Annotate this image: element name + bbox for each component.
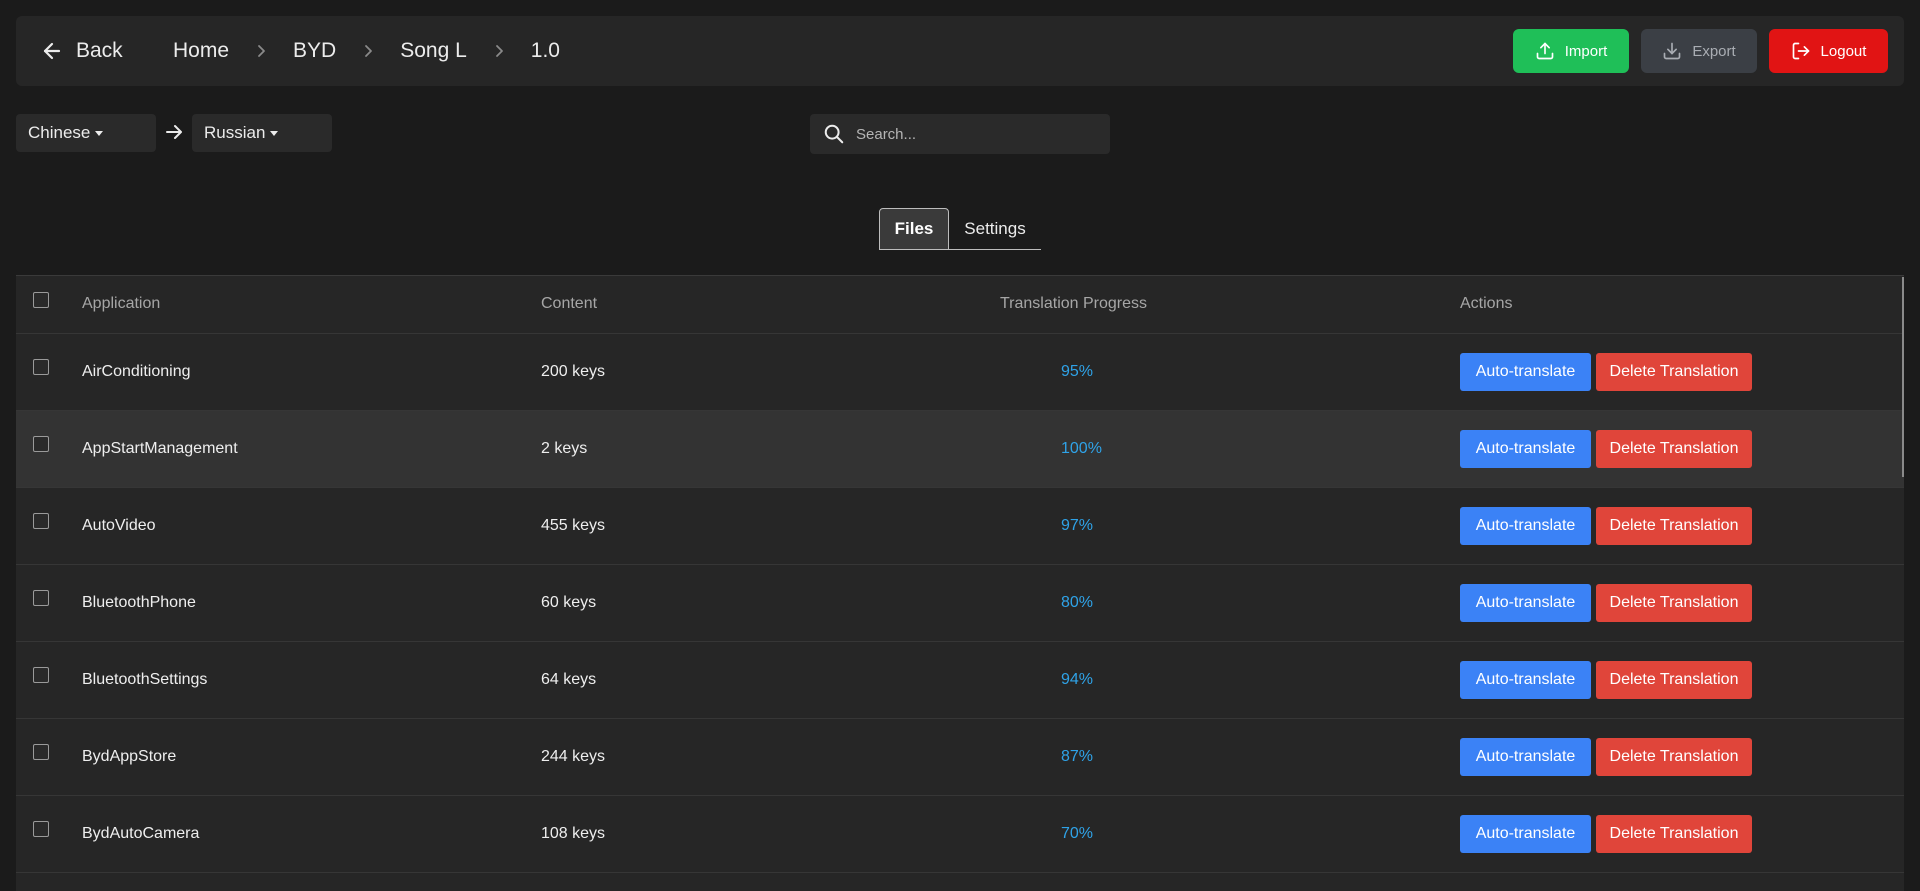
row-checkbox[interactable]: [33, 820, 49, 837]
table-row: BydAutoCamera 108 keys 70% Auto-translate De…: [16, 795, 1904, 872]
import-label: Import: [1564, 42, 1608, 60]
row-actions: Auto-translate Delete Translation: [1460, 429, 1904, 468]
auto-translate-button[interactable]: Auto-translate: [1460, 660, 1591, 699]
content-cell: 108 keys: [541, 824, 606, 842]
row-actions: Auto-translate Delete Translation: [1460, 814, 1904, 853]
delete-translation-button[interactable]: Delete Translation: [1596, 429, 1752, 468]
files-table: Application Content Translation Progress…: [16, 275, 1904, 891]
upload-icon: [1536, 42, 1554, 60]
logout-label: Logout: [1820, 42, 1867, 60]
tab-settings[interactable]: Settings: [949, 208, 1041, 250]
auto-translate-button[interactable]: Auto-translate: [1460, 429, 1591, 468]
source-language-dropdown[interactable]: Chinese: [16, 114, 156, 152]
content-cell: 64 keys: [541, 670, 597, 688]
application-cell: BydAppStore: [82, 747, 177, 765]
header-progress: Translation Progress: [1000, 276, 1460, 334]
content-cell: 2 keys: [541, 439, 588, 457]
row-checkbox[interactable]: [33, 589, 49, 606]
delete-translation-button[interactable]: Delete Translation: [1596, 660, 1752, 699]
auto-translate-button[interactable]: Auto-translate: [1460, 737, 1591, 776]
row-actions: Auto-translate Delete Translation: [1460, 506, 1904, 545]
export-button[interactable]: Export: [1641, 29, 1757, 73]
chevron-right-icon: [360, 43, 376, 59]
breadcrumb-home[interactable]: Home: [173, 39, 229, 63]
back-button[interactable]: Back: [40, 16, 123, 86]
progress-cell: 80%: [1061, 593, 1094, 611]
target-language-label: Russian: [204, 123, 266, 142]
row-actions: Auto-translate Delete Translation: [1460, 352, 1904, 391]
download-icon: [1663, 42, 1681, 60]
row-checkbox[interactable]: [33, 512, 49, 529]
application-cell: AppStartManagement: [82, 439, 238, 457]
caret-down-icon: [270, 130, 279, 136]
content-cell: 244 keys: [541, 747, 606, 765]
table-row: BydAppStore 244 keys 87% Auto-translate Dele…: [16, 718, 1904, 795]
table-row: AutoVideo 455 keys 97% Auto-translate Delete…: [16, 487, 1904, 564]
progress-cell: 94%: [1061, 670, 1094, 688]
breadcrumb-byd[interactable]: BYD: [293, 39, 336, 63]
application-cell: AutoVideo: [82, 516, 156, 534]
progress-cell: 97%: [1061, 516, 1094, 534]
application-cell: BluetoothSettings: [82, 670, 208, 688]
breadcrumb-version: 1.0: [530, 39, 560, 62]
content-cell: 200 keys: [541, 362, 606, 380]
table-row: AirConditioning 200 keys 95% Auto-translate…: [16, 333, 1904, 410]
table-row: BluetoothPhone 60 keys 80% Auto-translate De…: [16, 564, 1904, 641]
progress-cell: 100%: [1061, 439, 1102, 457]
row-checkbox[interactable]: [33, 743, 49, 760]
row-actions: Auto-translate Delete Translation: [1460, 583, 1904, 622]
auto-translate-button[interactable]: Auto-translate: [1460, 814, 1591, 853]
chevron-right-icon: [253, 43, 269, 59]
table-header-row: Application Content Translation Progress…: [16, 276, 1904, 334]
delete-translation-button[interactable]: Delete Translation: [1596, 352, 1752, 391]
delete-translation-button[interactable]: Delete Translation: [1596, 737, 1752, 776]
auto-translate-button[interactable]: Auto-translate: [1460, 506, 1591, 545]
row-actions: Auto-translate Delete Translation: [1460, 737, 1904, 776]
export-label: Export: [1692, 42, 1736, 60]
row-checkbox[interactable]: [33, 666, 49, 683]
logout-icon: [1792, 42, 1809, 60]
row-checkbox[interactable]: [33, 358, 49, 375]
content-cell: 60 keys: [541, 593, 597, 611]
content-cell: 455 keys: [541, 516, 606, 534]
table-row: BluetoothSettings 64 keys 94% Auto-translat…: [16, 641, 1904, 718]
search-icon: [824, 124, 844, 144]
progress-cell: 70%: [1061, 824, 1094, 842]
header-actions: Actions: [1460, 276, 1904, 334]
header-content: Content: [541, 276, 1000, 334]
tab-files[interactable]: Files: [879, 208, 949, 250]
table-row: AppStartManagement 2 keys 100% Auto-transla…: [16, 410, 1904, 487]
top-header: Back Home BYD Song L 1.0 Import Export L…: [16, 16, 1904, 86]
back-label: Back: [76, 39, 123, 62]
delete-translation-button[interactable]: Delete Translation: [1596, 814, 1752, 853]
auto-translate-button[interactable]: Auto-translate: [1460, 583, 1591, 622]
import-button[interactable]: Import: [1513, 29, 1629, 73]
delete-translation-button[interactable]: Delete Translation: [1596, 583, 1752, 622]
progress-cell: 95%: [1061, 362, 1094, 380]
row-checkbox[interactable]: [33, 435, 49, 452]
search-box: [810, 114, 1110, 154]
scrollbar[interactable]: [1902, 277, 1904, 477]
select-all-checkbox[interactable]: [33, 292, 49, 309]
application-cell: AirConditioning: [82, 362, 191, 380]
logout-button[interactable]: Logout: [1769, 29, 1888, 73]
row-actions: Auto-translate Delete Translation: [1460, 660, 1904, 699]
auto-translate-button[interactable]: Auto-translate: [1460, 352, 1591, 391]
header-application: Application: [82, 276, 541, 334]
chevron-right-icon: [491, 43, 507, 59]
arrow-right-icon: [166, 125, 182, 139]
caret-down-icon: [95, 130, 104, 136]
breadcrumb: Home BYD Song L 1.0: [173, 16, 560, 86]
delete-translation-button[interactable]: Delete Translation: [1596, 506, 1752, 545]
application-cell: BydAutoCamera: [82, 824, 200, 842]
target-language-dropdown[interactable]: Russian: [192, 114, 332, 152]
application-cell: BluetoothPhone: [82, 593, 196, 611]
search-input[interactable]: [856, 114, 1096, 154]
tab-bar: Files Settings: [879, 208, 1041, 250]
breadcrumb-song-l[interactable]: Song L: [400, 39, 467, 63]
progress-cell: 87%: [1061, 747, 1094, 765]
source-language-label: Chinese: [28, 123, 91, 142]
arrow-left-icon: [43, 42, 61, 60]
